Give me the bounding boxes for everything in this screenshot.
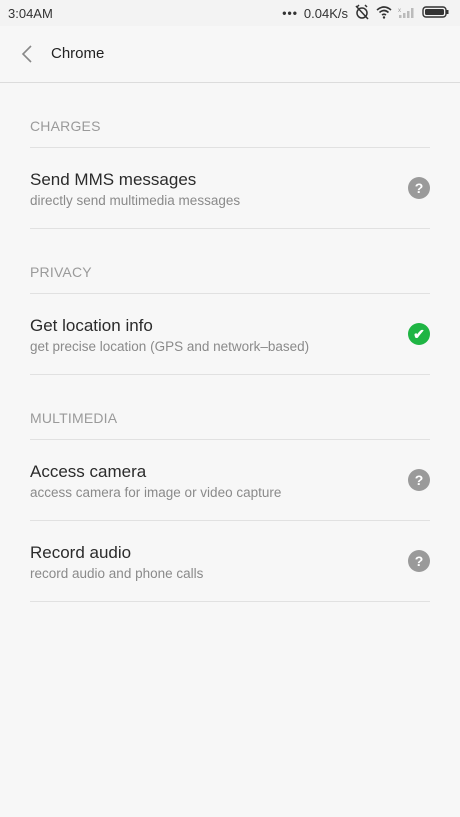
signal-icon: x bbox=[398, 5, 416, 22]
permissions-list: CHARGES Send MMS messages directly send mu… bbox=[30, 83, 430, 602]
status-glyph: ? bbox=[414, 180, 424, 196]
permission-row[interactable]: Record audio record audio and phone calls… bbox=[30, 521, 430, 602]
status-icons: ••• 0.04K/s x bbox=[282, 3, 450, 23]
svg-text:x: x bbox=[398, 8, 401, 14]
permission-description: record audio and phone calls bbox=[30, 566, 204, 581]
permission-description: directly send multimedia messages bbox=[30, 193, 241, 208]
alarm-off-icon bbox=[354, 3, 370, 23]
status-glyph: ? bbox=[414, 472, 424, 488]
permission-description: access camera for image or video capture bbox=[30, 485, 282, 500]
wifi-icon bbox=[376, 5, 392, 22]
status-glyph: ? bbox=[414, 553, 424, 569]
permission-row[interactable]: Get location info get precise location (G… bbox=[30, 294, 430, 375]
permission-row[interactable]: Send MMS messages directly send multimedi… bbox=[30, 148, 430, 229]
notification-dots: ••• bbox=[282, 6, 298, 20]
status-glyph: ✔ bbox=[413, 326, 425, 342]
permission-row[interactable]: Access camera access camera for image or … bbox=[30, 440, 430, 521]
network-speed: 0.04K/s bbox=[303, 5, 348, 21]
permission-title: Get location info bbox=[30, 316, 153, 335]
permission-description: get precise location (GPS and network–ba… bbox=[30, 339, 310, 354]
battery-icon bbox=[422, 5, 450, 22]
permission-title: Access camera bbox=[30, 462, 147, 481]
status-bar: 3:04AM ••• 0.04K/s x bbox=[0, 0, 460, 26]
status-time: 3:04AM bbox=[8, 6, 53, 21]
permission-title: Send MMS messages bbox=[30, 170, 197, 189]
section-header-label: PRIVACY bbox=[30, 264, 92, 280]
question-icon[interactable]: ? bbox=[408, 469, 430, 491]
question-icon[interactable]: ? bbox=[408, 177, 430, 199]
question-icon[interactable]: ? bbox=[408, 550, 430, 572]
section-header-label: CHARGES bbox=[30, 118, 101, 134]
page-title: Chrome bbox=[51, 45, 105, 62]
section-header-privacy: PRIVACY bbox=[30, 229, 430, 294]
permission-title: Record audio bbox=[30, 543, 132, 562]
section-header-charges: CHARGES bbox=[30, 83, 430, 148]
section-header-label: MULTIMEDIA bbox=[30, 410, 118, 426]
app-header: Chrome bbox=[0, 26, 460, 83]
section-header-multimedia: MULTIMEDIA bbox=[30, 375, 430, 440]
chevron-left-icon[interactable] bbox=[20, 44, 34, 64]
check-icon[interactable]: ✔ bbox=[408, 323, 430, 345]
